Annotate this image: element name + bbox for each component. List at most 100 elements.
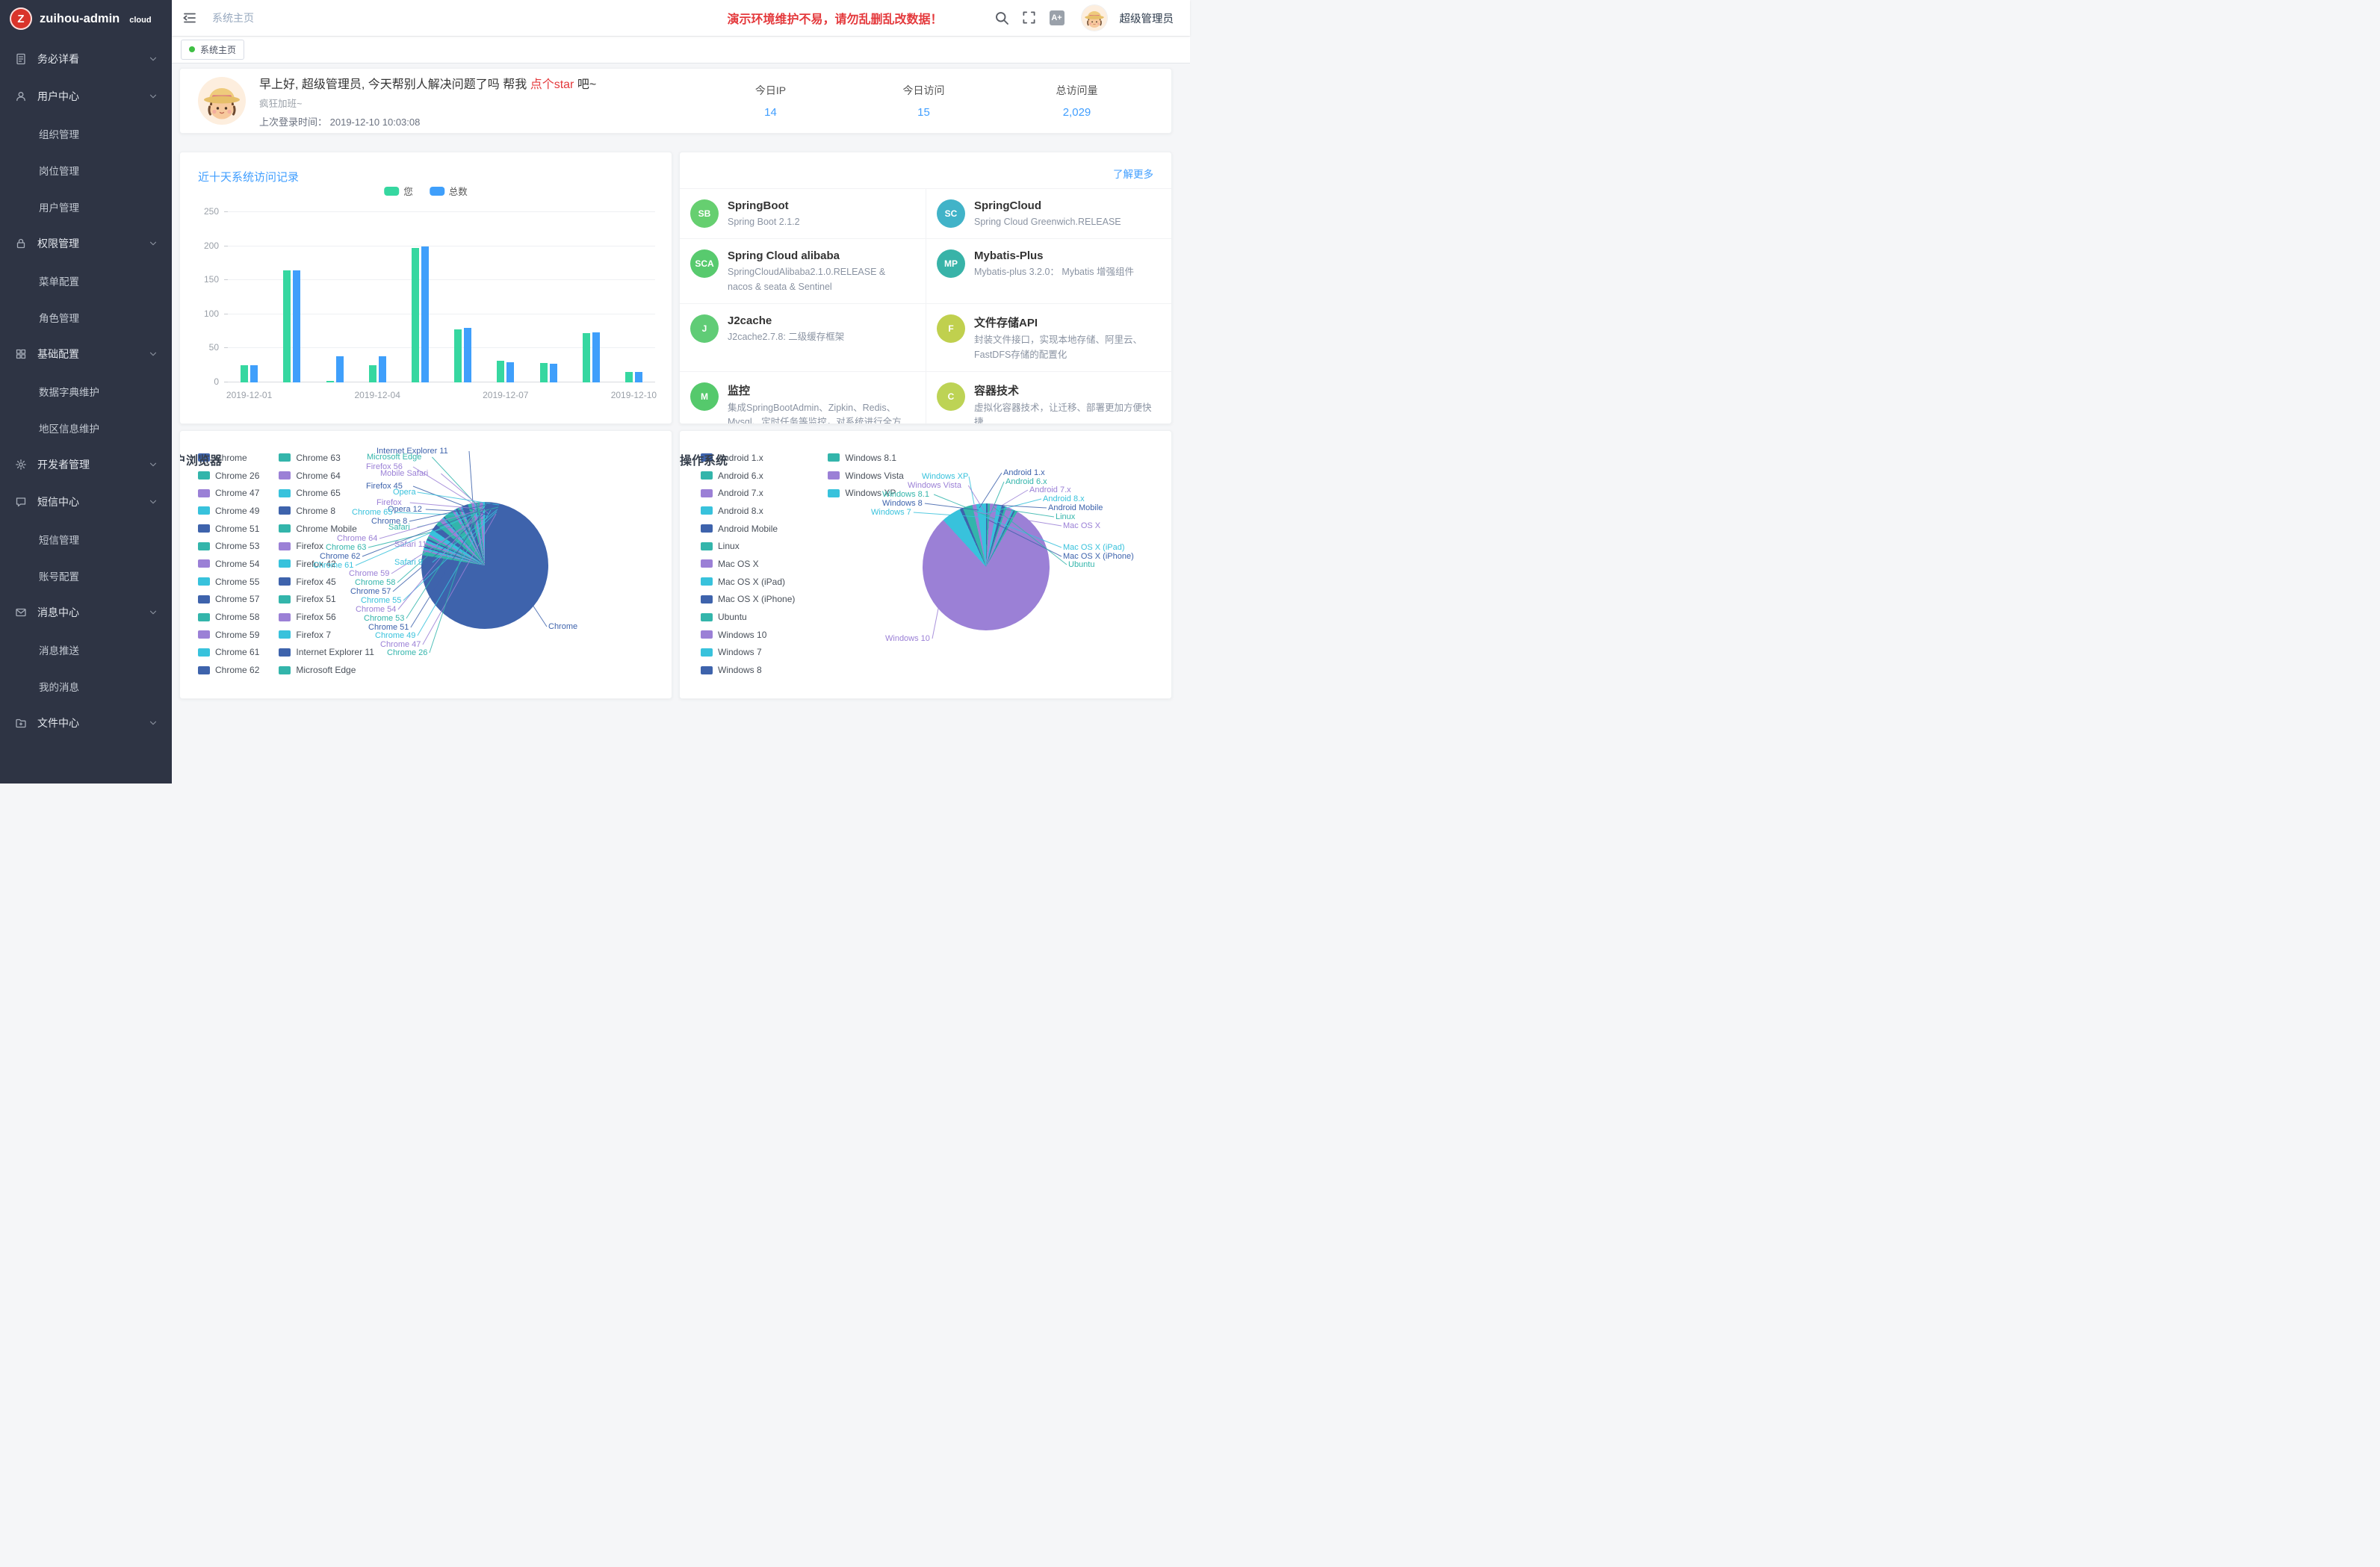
legend-item-Mac OS X (iPhone)[interactable]: Mac OS X (iPhone)	[701, 591, 795, 609]
bar-总数-2019-12-05	[421, 246, 429, 382]
greeting-mood: 疯狂加班~	[259, 96, 596, 110]
legend-swatch	[279, 613, 291, 621]
legend-item-Android 6.x[interactable]: Android 6.x	[701, 467, 795, 485]
pie-callout-Chrome 54: Chrome 54	[356, 605, 396, 614]
legend-item-Chrome 59[interactable]: Chrome 59	[198, 626, 259, 644]
sidebar-item-2[interactable]: 权限管理	[0, 225, 172, 262]
sidebar-item-label: 用户中心	[37, 89, 148, 104]
tech-item-body: Mybatis-Plus Mybatis-plus 3.2.0： Mybatis …	[974, 248, 1134, 294]
main-area: 系统主页 演示环境维护不易，请勿乱删乱改数据！ A+ 超级管理员	[172, 0, 1190, 784]
legend-item-Chrome 61[interactable]: Chrome 61	[198, 644, 259, 662]
legend-item-Firefox 7[interactable]: Firefox 7	[279, 626, 374, 644]
tech-item-body: 文件存储API封装文件接口，实现本地存储、阿里云、FastDFS存储的配置化	[974, 313, 1156, 362]
sidebar-toggle-icon[interactable]	[182, 10, 199, 26]
legend-swatch	[198, 559, 210, 568]
bar-legend-label-you: 您	[403, 184, 413, 198]
sidebar-item-5[interactable]: 短信中心	[0, 483, 172, 521]
sidebar-item-0[interactable]: 务必详看	[0, 40, 172, 78]
legend-item-Internet Explorer 11[interactable]: Internet Explorer 11	[279, 644, 374, 662]
legend-item-Chrome 55[interactable]: Chrome 55	[198, 573, 259, 591]
legend-item-Android Mobile[interactable]: Android Mobile	[701, 520, 795, 538]
sidebar-subitem-6-1[interactable]: 我的消息	[0, 668, 172, 704]
legend-item-Windows 7[interactable]: Windows 7	[701, 644, 795, 662]
legend-item-Android 7.x[interactable]: Android 7.x	[701, 484, 795, 502]
legend-item-Android 8.x[interactable]: Android 8.x	[701, 502, 795, 520]
sidebar-item-label: 文件中心	[37, 716, 148, 730]
sidebar-item-7[interactable]: 文件中心	[0, 704, 172, 742]
legend-label: Mac OS X (iPad)	[718, 577, 785, 587]
tech-item-desc: Mybatis-plus 3.2.0： Mybatis 增强组件	[974, 265, 1134, 279]
sidebar-subitem-5-0[interactable]: 短信管理	[0, 521, 172, 557]
legend-item-Chrome 47[interactable]: Chrome 47	[198, 484, 259, 502]
bar-group-2019-12-06	[441, 328, 484, 382]
sidebar-subitem-1-2[interactable]: 用户管理	[0, 188, 172, 225]
bar-总数-2019-12-01	[250, 365, 258, 382]
legend-label: Chrome 59	[215, 630, 259, 640]
search-icon[interactable]	[994, 10, 1009, 25]
header: 系统主页 演示环境维护不易，请勿乱删乱改数据！ A+ 超级管理员	[172, 0, 1190, 36]
legend-swatch	[198, 471, 210, 480]
legend-item-Chrome 54[interactable]: Chrome 54	[198, 555, 259, 573]
tab-home[interactable]: 系统主页	[181, 40, 244, 60]
fullscreen-icon[interactable]	[1022, 10, 1037, 25]
bar-group-2019-12-02	[270, 270, 313, 382]
row-pies: 访问用户浏览器 ChromeChrome 26Chrome 47Chrome 4…	[179, 430, 1172, 699]
legend-item-Mac OS X[interactable]: Mac OS X	[701, 555, 795, 573]
legend-label: Windows 8	[718, 665, 762, 675]
bar-legend-item-you[interactable]: 您	[384, 184, 413, 198]
legend-swatch	[701, 666, 713, 674]
legend-label: Chrome 8	[296, 506, 335, 516]
legend-label: Chrome 55	[215, 577, 259, 587]
legend-item-Windows 8[interactable]: Windows 8	[701, 661, 795, 679]
tech-item-title: Mybatis-Plus	[974, 249, 1134, 262]
os-pie-title: 访问用户操作系统	[679, 450, 728, 468]
sidebar-subitem-2-1[interactable]: 角色管理	[0, 299, 172, 335]
sidebar-item-6[interactable]: 消息中心	[0, 594, 172, 631]
bar-您-2019-12-08	[540, 363, 548, 382]
legend-item-Chrome 64[interactable]: Chrome 64	[279, 467, 374, 485]
legend-item-Ubuntu[interactable]: Ubuntu	[701, 608, 795, 626]
legend-item-Windows 10[interactable]: Windows 10	[701, 626, 795, 644]
sidebar-item-1[interactable]: 用户中心	[0, 78, 172, 115]
legend-item-Windows Vista[interactable]: Windows Vista	[828, 467, 903, 485]
sidebar-subitem-6-0[interactable]: 消息推送	[0, 631, 172, 668]
legend-swatch	[198, 613, 210, 621]
sidebar-item-3[interactable]: 基础配置	[0, 335, 172, 373]
legend-item-Chrome 57[interactable]: Chrome 57	[198, 591, 259, 609]
sidebar-subitem-5-1[interactable]: 账号配置	[0, 557, 172, 594]
current-user-name[interactable]: 超级管理员	[1120, 10, 1174, 26]
tech-item-body: J2cacheJ2cache2.7.8: 二级缓存框架	[728, 313, 844, 362]
pie-callout-Opera 12: Opera 12	[388, 505, 422, 514]
bar-legend-item-total[interactable]: 总数	[430, 184, 468, 198]
legend-item-Mac OS X (iPad)[interactable]: Mac OS X (iPad)	[701, 573, 795, 591]
legend-item-Chrome 53[interactable]: Chrome 53	[198, 537, 259, 555]
sidebar-subitem-3-1[interactable]: 地区信息维护	[0, 409, 172, 446]
legend-item-Chrome 58[interactable]: Chrome 58	[198, 608, 259, 626]
sidebar-subitem-1-0[interactable]: 组织管理	[0, 115, 172, 152]
bar-总数-2019-12-08	[550, 364, 557, 382]
pie-callout-Chrome 53: Chrome 53	[364, 614, 404, 623]
sidebar-subitem-2-0[interactable]: 菜单配置	[0, 262, 172, 299]
legend-item-Chrome 65[interactable]: Chrome 65	[279, 484, 374, 502]
legend-item-Chrome 26[interactable]: Chrome 26	[198, 467, 259, 485]
legend-item-Chrome 51[interactable]: Chrome 51	[198, 520, 259, 538]
sidebar-item-4[interactable]: 开发者管理	[0, 446, 172, 483]
legend-item-Linux[interactable]: Linux	[701, 537, 795, 555]
sidebar-subitem-1-1[interactable]: 岗位管理	[0, 152, 172, 188]
sidebar-subitem-3-0[interactable]: 数据字典维护	[0, 373, 172, 409]
browser-pie-title: 访问用户浏览器	[179, 450, 222, 468]
legend-label: Chrome 65	[296, 488, 340, 498]
avatar[interactable]	[1082, 5, 1107, 31]
legend-label: Chrome 64	[296, 471, 340, 481]
stat-label: 今日访问	[847, 83, 1000, 98]
legend-item-Chrome 63[interactable]: Chrome 63	[279, 449, 374, 467]
legend-item-Windows 8.1[interactable]: Windows 8.1	[828, 449, 903, 467]
learn-more-link[interactable]: 了解更多	[1113, 166, 1153, 181]
legend-item-Chrome 62[interactable]: Chrome 62	[198, 661, 259, 679]
brand[interactable]: Z zuihou-admin cloud	[0, 0, 172, 37]
legend-item-Microsoft Edge[interactable]: Microsoft Edge	[279, 661, 374, 679]
chevron-down-icon	[148, 607, 158, 618]
star-link[interactable]: 点个star	[530, 78, 574, 91]
legend-item-Chrome 49[interactable]: Chrome 49	[198, 502, 259, 520]
font-size-icon[interactable]: A+	[1050, 10, 1065, 25]
